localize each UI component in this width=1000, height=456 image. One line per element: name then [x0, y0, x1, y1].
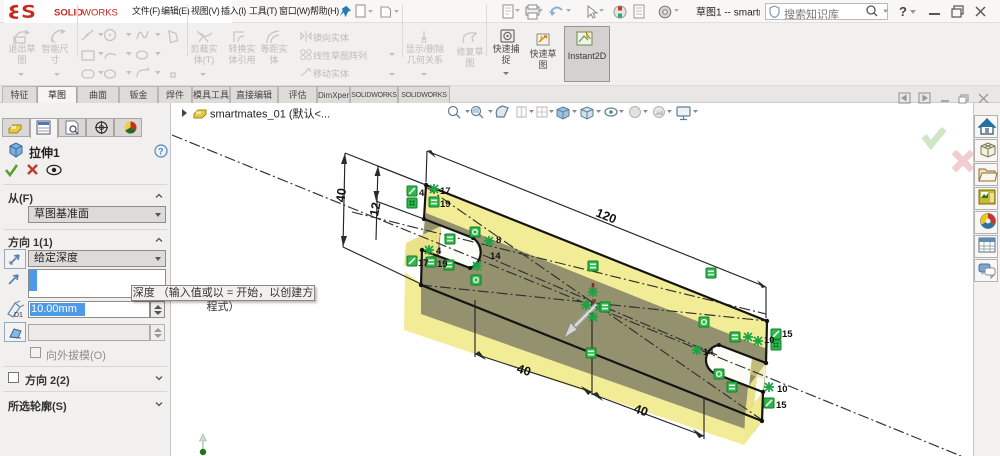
- svg-text:smartmates_01 (默认<...: smartmates_01 (默认<...: [210, 108, 330, 121]
- svg-text:8: 8: [496, 235, 501, 246]
- svg-text:10: 10: [777, 384, 788, 395]
- svg-text:40: 40: [515, 362, 533, 380]
- svg-text:14: 14: [490, 251, 501, 262]
- svg-text:19: 19: [437, 259, 448, 270]
- svg-text:17: 17: [418, 258, 429, 269]
- svg-text:SOLID: SOLID: [54, 8, 83, 19]
- svg-text:17: 17: [440, 186, 451, 197]
- svg-text:19: 19: [440, 199, 451, 210]
- svg-text:120: 120: [594, 206, 619, 227]
- svg-text:D1: D1: [14, 312, 23, 318]
- svg-text:12: 12: [367, 201, 383, 217]
- svg-text:4: 4: [419, 188, 425, 199]
- svg-text:草图1 -- smartm...: 草图1 -- smartm...: [696, 7, 760, 19]
- svg-text:15: 15: [776, 400, 787, 411]
- svg-text:40: 40: [632, 402, 650, 420]
- svg-text:10: 10: [764, 335, 775, 346]
- svg-text:14: 14: [703, 347, 714, 358]
- svg-text:?: ?: [158, 147, 164, 157]
- svg-text:WORKS: WORKS: [82, 8, 118, 19]
- svg-text:40: 40: [333, 187, 349, 203]
- svg-text:15: 15: [782, 329, 793, 340]
- svg-text:4: 4: [436, 246, 442, 257]
